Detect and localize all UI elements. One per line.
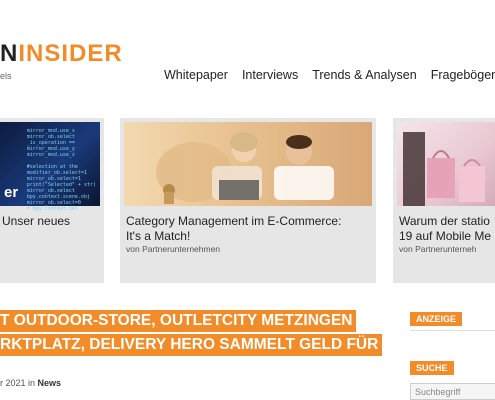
nav-item-frageboegen[interactable]: Fragebögen: [431, 68, 495, 82]
article-card[interactable]: mirror_mod.use_x mirror_ob.select _is_op…: [0, 118, 104, 283]
article-title[interactable]: Warum der statio 19 auf Mobile Me: [399, 214, 495, 244]
article-title[interactable]: Category Management im E-Commerce: It's …: [126, 214, 372, 244]
logo-subtitle: els: [0, 71, 12, 81]
article-image: [397, 122, 495, 206]
headline-line: T OUTDOOR-STORE, OUTLETCITY METZINGEN: [0, 310, 357, 332]
headline-line: RKTPLATZ, DELIVERY HERO SAMMELT GELD FÜR: [0, 334, 383, 356]
article-card[interactable]: Warum der statio 19 auf Mobile Me von Pa…: [393, 118, 495, 283]
article-headline[interactable]: T OUTDOOR-STORE, OUTLETCITY METZINGEN RK…: [0, 310, 385, 358]
logo-prefix: N: [0, 40, 19, 67]
article-source: von Partnerunterneh: [399, 244, 477, 254]
shopping-photo: [403, 132, 485, 206]
code-overlay: mirror_mod.use_x mirror_ob.select _is_op…: [26, 128, 96, 212]
nav-item-interviews[interactable]: Interviews: [242, 68, 298, 82]
article-image: [124, 122, 372, 206]
sidebar-divider: [410, 330, 495, 331]
article-image: mirror_mod.use_x mirror_ob.select _is_op…: [0, 122, 100, 212]
article-carousel: mirror_mod.use_x mirror_ob.select _is_op…: [0, 118, 495, 283]
nav-item-trends[interactable]: Trends & Analysen: [312, 68, 416, 82]
couple-laptop-photo: [156, 132, 334, 204]
article-date: r 2021 in: [0, 378, 38, 388]
search-label: SUCHE: [410, 361, 454, 375]
article-source: von Partnerunternehmen: [126, 244, 221, 254]
main-nav: Whitepaper Interviews Trends & Analysen …: [164, 68, 495, 82]
article-meta: r 2021 in News: [0, 378, 61, 388]
image-caption: er: [4, 184, 19, 201]
ad-label: ANZEIGE: [410, 312, 463, 326]
nav-item-whitepaper[interactable]: Whitepaper: [164, 68, 228, 82]
logo-name: INSIDER: [18, 40, 123, 67]
category-link[interactable]: News: [38, 378, 62, 388]
article-card[interactable]: Category Management im E-Commerce: It's …: [120, 118, 376, 283]
search-input[interactable]: Suchbegriff: [410, 383, 495, 400]
article-title[interactable]: Unser neues: [2, 214, 100, 229]
